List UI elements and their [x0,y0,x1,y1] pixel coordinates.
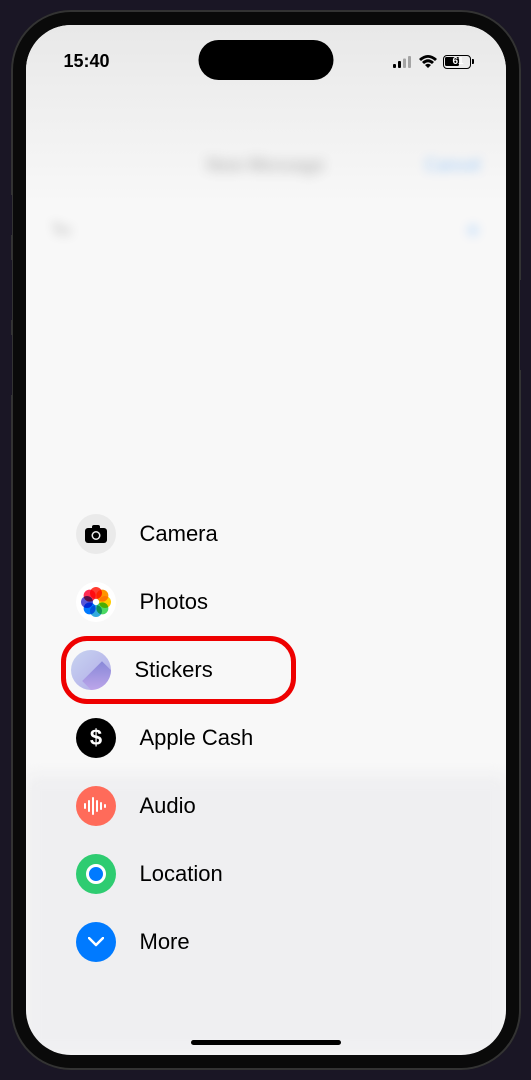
menu-item-location[interactable]: Location [66,840,466,908]
stickers-icon [71,650,111,690]
menu-label-stickers: Stickers [135,657,213,683]
menu-item-photos[interactable]: Photos [66,568,466,636]
dynamic-island [198,40,333,80]
blurred-to-field: To: ⊕ [51,220,481,241]
svg-text:$: $ [89,726,101,750]
screen: 15:40 61 New Message [26,25,506,1055]
apps-menu: Camera Photos Stickers $ [66,500,466,976]
apple-cash-icon: $ [76,718,116,758]
menu-label-photos: Photos [140,589,209,615]
power-button [520,280,525,370]
photos-icon [76,582,116,622]
volume-up-button [7,260,12,320]
status-time: 15:40 [64,51,110,72]
audio-icon [76,786,116,826]
mute-switch [7,195,12,235]
menu-label-audio: Audio [140,793,196,819]
home-indicator[interactable] [191,1040,341,1045]
volume-down-button [7,335,12,395]
location-icon [76,854,116,894]
menu-item-more[interactable]: More [66,908,466,976]
more-chevron-icon [76,922,116,962]
menu-item-stickers[interactable]: Stickers [61,636,296,704]
menu-label-location: Location [140,861,223,887]
status-indicators: 61 [393,55,474,69]
cellular-signal-icon [393,56,413,68]
battery-percentage: 61 [444,56,472,67]
menu-label-apple-cash: Apple Cash [140,725,254,751]
phone-frame: 15:40 61 New Message [11,10,521,1070]
wifi-icon [419,55,437,68]
battery-indicator: 61 [443,55,474,69]
menu-item-camera[interactable]: Camera [66,500,466,568]
camera-icon [76,514,116,554]
menu-item-apple-cash[interactable]: $ Apple Cash [66,704,466,772]
menu-label-camera: Camera [140,521,218,547]
blurred-cancel-button: Cancel [424,155,480,176]
menu-label-more: More [140,929,190,955]
menu-item-audio[interactable]: Audio [66,772,466,840]
